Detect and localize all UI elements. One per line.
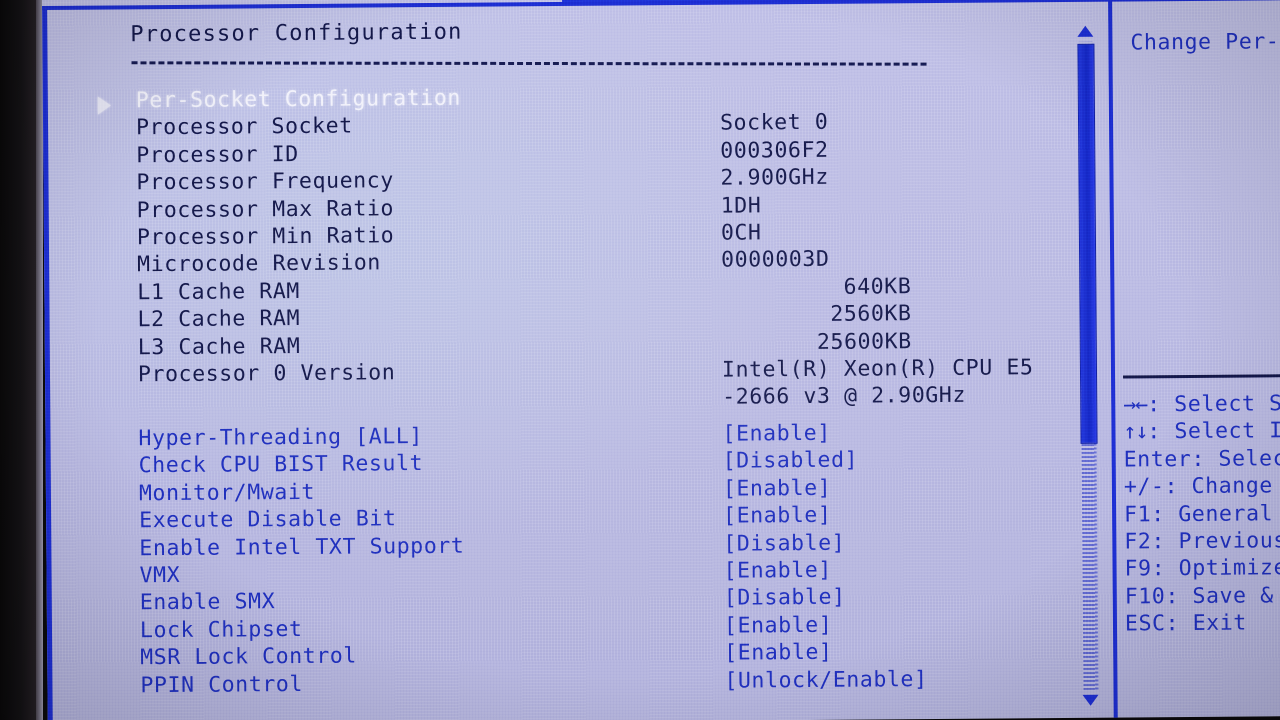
setting-value[interactable]: [Enable] — [723, 557, 832, 585]
key-hint: ↑↓: Select Ite — [1123, 417, 1280, 446]
key-hint-text: : Select Ite — [1147, 418, 1280, 445]
setting-value[interactable]: [Enable] — [724, 639, 833, 667]
key-hint: Enter: Select — [1124, 444, 1280, 473]
row-value: 0CH — [720, 220, 762, 246]
scroll-down-arrow-icon[interactable] — [1082, 694, 1099, 706]
setting-value[interactable]: [Enable] — [723, 502, 832, 530]
vertical-scrollbar[interactable] — [1072, 20, 1103, 710]
navigation-key-legend: →←: Select Scr ↑↓: Select Ite Enter: Selec… — [1123, 390, 1280, 638]
arrow-key-icon: ↑↓ — [1123, 419, 1148, 445]
setting-label: Check CPU BIST Result — [138, 451, 424, 479]
key-hint-text: F1: General He — [1124, 500, 1280, 528]
row-value: -2666 v3 @ 2.90GHz — [722, 383, 967, 410]
scroll-up-arrow-icon[interactable] — [1077, 25, 1094, 37]
row-value: 2560KB — [830, 301, 912, 327]
setting-value[interactable]: [Disabled] — [723, 447, 859, 475]
setting-label: Hyper-Threading [ALL] — [138, 424, 424, 452]
setting-label: Lock Chipset — [139, 616, 303, 643]
key-hint: +/-: Change Op — [1124, 472, 1280, 501]
row-label: Processor 0 Version — [137, 360, 396, 388]
row-value: 640KB — [843, 273, 912, 300]
title-divider — [131, 61, 927, 66]
key-hint-text: +/-: Change Op — [1123, 473, 1280, 500]
key-hint-text: : Select Scr — [1147, 391, 1280, 418]
row-label: Processor Min Ratio — [136, 223, 395, 251]
row-label: Per-Socket Configuration — [135, 85, 461, 114]
setting-value[interactable]: [Enable] — [724, 612, 833, 640]
setting-label: Enable SMX — [139, 589, 276, 616]
setting-label: PPIN Control — [140, 671, 304, 698]
bios-setup-screen: Processor Configuration Per-Socket Confi… — [42, 0, 1280, 720]
row-value: 2.900GHz — [720, 164, 829, 191]
key-hint: →←: Select Scr — [1123, 390, 1280, 419]
setting-label: Monitor/Mwait — [138, 479, 316, 507]
page-title: Processor Configuration — [130, 19, 463, 48]
row-label: Microcode Revision — [137, 250, 382, 278]
row-label: L2 Cache RAM — [137, 306, 301, 333]
monitor-bezel-left — [0, 0, 36, 720]
row-label: Processor Frequency — [136, 168, 394, 196]
row-label: Processor Max Ratio — [136, 195, 395, 223]
row-value: 25600KB — [816, 328, 912, 355]
row-value: 000306F2 — [720, 137, 829, 164]
key-hint-text: F2: Previous V — [1124, 528, 1280, 555]
setting-value[interactable]: [Enable] — [723, 475, 832, 503]
arrow-key-icon: →← — [1123, 392, 1148, 418]
help-pane: Change Per-S →←: Select Scr ↑↓: Select It… — [1116, 0, 1280, 718]
setting-label: Execute Disable Bit — [139, 506, 397, 534]
row-label: Processor Socket — [135, 113, 353, 141]
row-label: L3 Cache RAM — [137, 333, 301, 360]
row-value: Intel(R) Xeon(R) CPU E5 — [721, 355, 1034, 383]
key-hint-text: F9: Optimized — [1124, 555, 1280, 582]
processor-info-list: Per-Socket Configuration Processor Socket… — [48, 80, 1071, 417]
setting-value[interactable]: [Unlock/Enable] — [724, 666, 927, 695]
key-hint: F1: General He — [1124, 499, 1280, 528]
row-label: L1 Cache RAM — [137, 278, 300, 305]
key-hint-text: Enter: Select — [1123, 445, 1280, 473]
key-hint-text: F10: Save & Ex — [1124, 583, 1280, 610]
processor-configuration-pane: Processor Configuration Per-Socket Confi… — [47, 2, 1073, 720]
key-hint: F9: Optimized — [1124, 554, 1280, 583]
setting-label: VMX — [139, 562, 181, 589]
setting-label: MSR Lock Control — [140, 643, 358, 671]
setting-label: Enable Intel TXT Support — [139, 533, 465, 561]
help-description: Change Per-S — [1130, 29, 1280, 56]
row-value: Socket 0 — [719, 110, 829, 137]
setting-value[interactable]: [Disable] — [723, 529, 845, 557]
bios-screen-photo: Processor Configuration Per-Socket Confi… — [0, 0, 1280, 720]
key-hint: ESC: Exit — [1125, 609, 1280, 638]
row-value: 1DH — [720, 192, 762, 219]
key-hint-text: ESC: Exit — [1124, 610, 1247, 637]
row-label: Processor ID — [136, 141, 299, 169]
help-divider — [1123, 373, 1280, 379]
setting-value[interactable]: [Enable] — [722, 420, 831, 448]
scrollbar-thumb[interactable] — [1077, 43, 1098, 444]
key-hint: F2: Previous V — [1124, 527, 1280, 556]
row-value: 0000003D — [721, 247, 830, 274]
setting-value[interactable]: [Disable] — [724, 584, 846, 612]
key-hint: F10: Save & Ex — [1125, 581, 1280, 610]
processor-options-list: Hyper-Threading [ALL] [Enable] Check CPU B… — [50, 418, 1072, 700]
